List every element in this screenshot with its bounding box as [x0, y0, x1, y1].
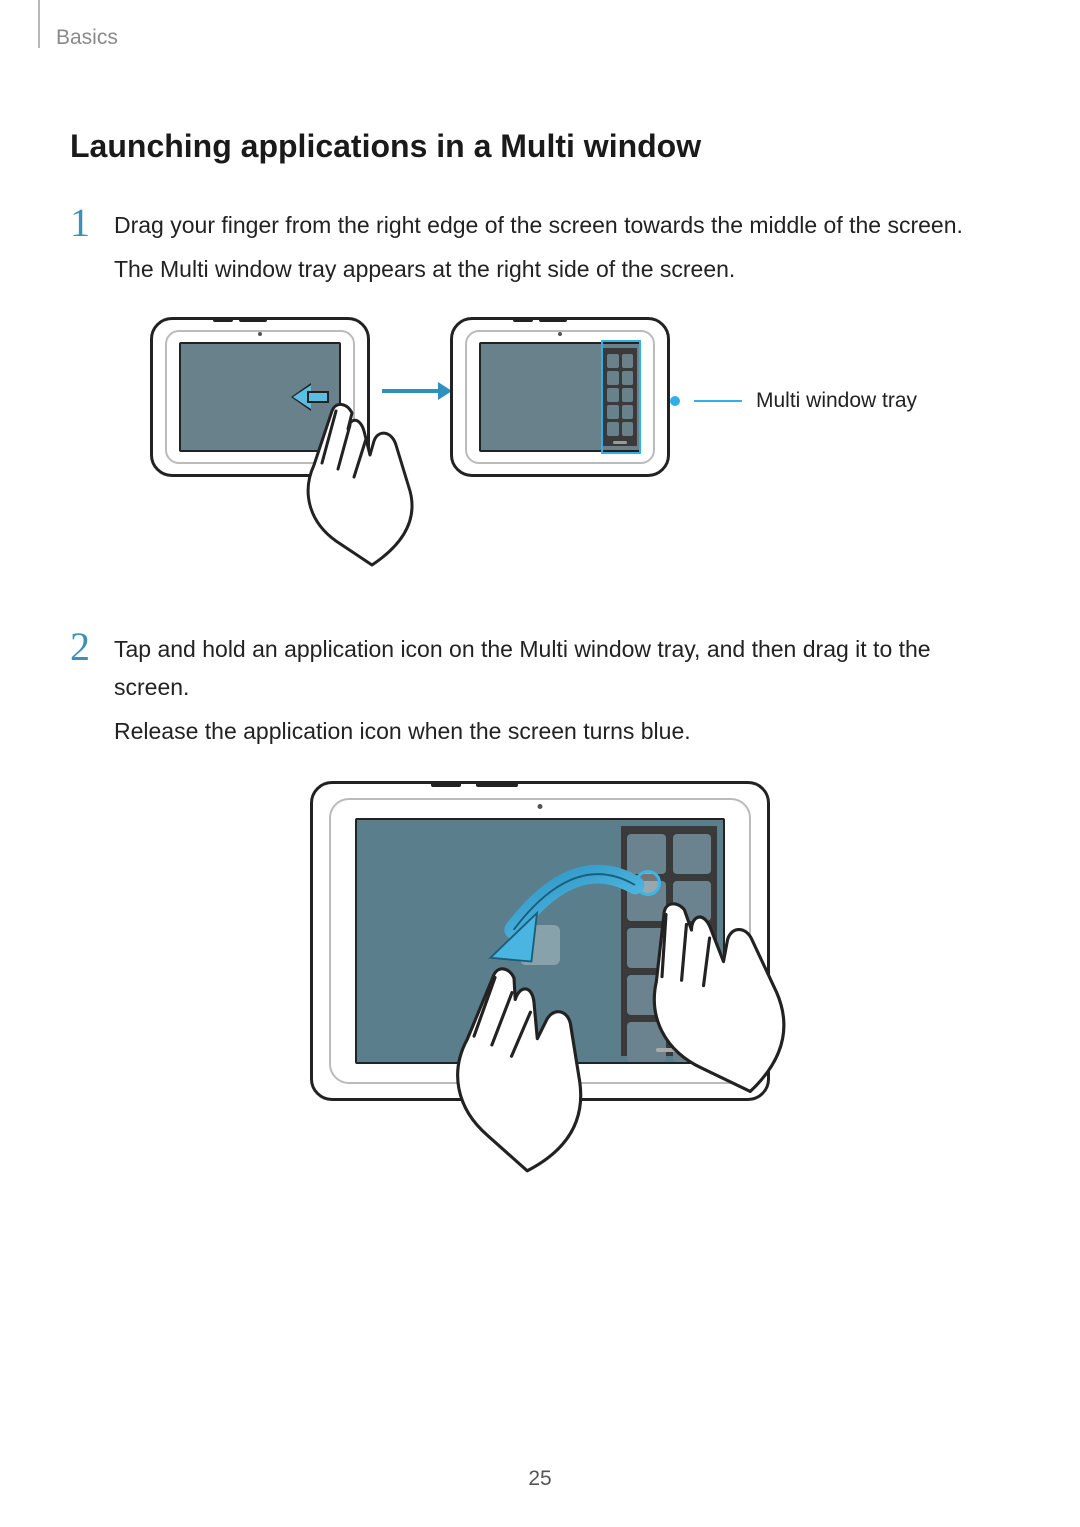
- figure-1: Multi window tray: [150, 317, 1010, 567]
- step-1: 1 Drag your finger from the right edge o…: [70, 203, 1010, 289]
- transition-arrow-icon: [382, 389, 440, 393]
- step-1-line-2: The Multi window tray appears at the rig…: [114, 251, 1010, 289]
- callout-tray-label: Multi window tray: [756, 389, 917, 413]
- step-2-line-1: Tap and hold an application icon on the …: [114, 631, 1010, 707]
- tray-highlight-box: [601, 340, 641, 454]
- step-1-line-1: Drag your finger from the right edge of …: [114, 207, 1010, 245]
- hand-icon: [292, 395, 452, 575]
- callout-tray: Multi window tray: [670, 389, 917, 413]
- section-title: Launching applications in a Multi window: [70, 128, 1010, 165]
- header-rule: [38, 0, 40, 48]
- step-1-number: 1: [70, 203, 114, 243]
- step-2-number: 2: [70, 627, 114, 667]
- step-2-line-2: Release the application icon when the sc…: [114, 713, 1010, 751]
- figure-2: [290, 781, 790, 1211]
- touch-ring-icon: [635, 870, 661, 896]
- header-section: Basics: [56, 26, 1010, 50]
- hand-icon: [428, 955, 626, 1187]
- page-number: 25: [528, 1467, 551, 1491]
- hand-icon: [623, 880, 821, 1112]
- step-2: 2 Tap and hold an application icon on th…: [70, 627, 1010, 751]
- drop-target-icon: [520, 925, 560, 965]
- tablet-after: [450, 317, 670, 477]
